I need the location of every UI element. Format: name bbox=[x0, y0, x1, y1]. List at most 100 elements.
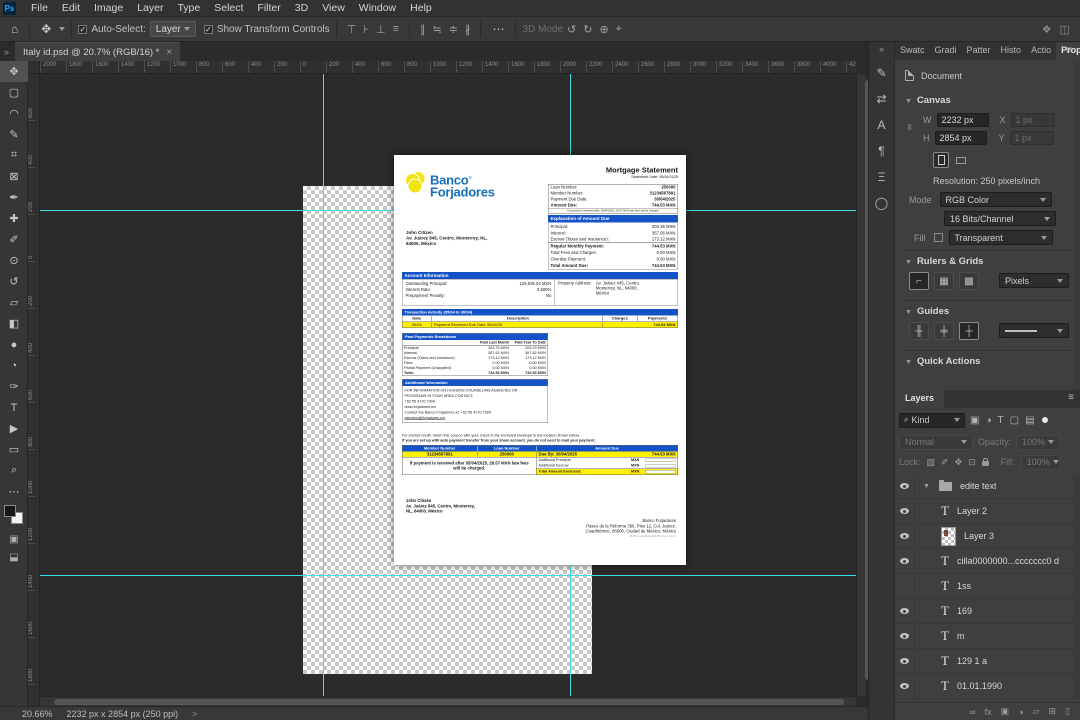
adjustment-layer-icon[interactable]: ◑ bbox=[1018, 707, 1023, 717]
menu-item[interactable]: Layer bbox=[130, 2, 170, 14]
character-styles-icon[interactable]: ⇄ bbox=[869, 86, 894, 112]
menu-item[interactable]: Edit bbox=[55, 2, 87, 14]
guide-vertical[interactable] bbox=[323, 74, 324, 696]
toolbar-collapse-icon[interactable]: » bbox=[0, 47, 15, 61]
lock-image-pixels-icon[interactable]: ✐ bbox=[941, 457, 949, 468]
ruler-corner[interactable] bbox=[28, 61, 40, 74]
screen-mode-button[interactable]: ⬓ bbox=[0, 548, 28, 566]
height-input[interactable]: 2854 px bbox=[934, 131, 987, 145]
glyphs-panel-icon[interactable]: Ξ bbox=[869, 164, 894, 190]
fill-dropdown[interactable]: Transparent bbox=[948, 230, 1053, 245]
horizontal-ruler[interactable]: 2000 1800 1600 1400 1200 1000 800 600 400 200 0 200… bbox=[40, 61, 856, 74]
lock-transparent-pixels-icon[interactable]: ▨ bbox=[927, 457, 936, 468]
link-layers-icon[interactable]: ∞ bbox=[969, 707, 975, 717]
layers-tab[interactable]: Layers bbox=[895, 390, 945, 408]
clear-guides-icon[interactable]: ┼ bbox=[959, 322, 979, 340]
mortgage-statement-document[interactable]: Banco® Forjadores Mortgage Statement Sta… bbox=[394, 155, 686, 565]
zoom-level[interactable]: 20.66% bbox=[22, 709, 53, 719]
menu-item[interactable]: Image bbox=[87, 2, 130, 14]
menu-item[interactable]: 3D bbox=[288, 2, 315, 14]
layer-name[interactable]: m bbox=[957, 631, 965, 641]
portrait-orientation-button[interactable] bbox=[933, 152, 949, 168]
panel-tab[interactable]: Actio bbox=[1026, 42, 1056, 60]
zoom-tool[interactable]: ⌕ bbox=[0, 460, 28, 481]
quick-mask-button[interactable]: ▣ bbox=[0, 530, 28, 548]
capture-icon[interactable]: ◫ bbox=[1060, 23, 1070, 36]
menu-item[interactable]: Help bbox=[403, 2, 439, 14]
add-guides-icon[interactable]: ╫ bbox=[909, 322, 929, 340]
layer-name[interactable]: edite text bbox=[960, 481, 997, 491]
tool-preset-caret-icon[interactable] bbox=[59, 27, 66, 31]
close-tab-icon[interactable]: × bbox=[166, 47, 172, 58]
healing-brush-tool[interactable]: ✚ bbox=[0, 208, 28, 229]
layer-name[interactable]: Layer 3 bbox=[964, 531, 994, 541]
grid-icon[interactable]: ▦ bbox=[934, 272, 954, 290]
brush-tool[interactable]: ✐ bbox=[0, 229, 28, 250]
layers-menu-icon[interactable]: ≡ bbox=[1062, 390, 1080, 408]
layer-group-icon[interactable]: ▱ bbox=[1033, 706, 1040, 717]
fill-checkbox[interactable] bbox=[933, 233, 943, 242]
group-expand-chevron[interactable]: ▼ bbox=[923, 483, 930, 490]
foreground-color-swatch[interactable] bbox=[4, 505, 16, 517]
align-left-edges-icon[interactable]: ⊤ bbox=[347, 23, 357, 36]
filter-smart-objects-icon[interactable]: ▤ bbox=[1025, 415, 1034, 426]
edit-toolbar-button[interactable]: ⋯ bbox=[0, 481, 28, 502]
move-tool-icon[interactable]: ✥ bbox=[36, 22, 56, 36]
eraser-tool[interactable]: ▱ bbox=[0, 292, 28, 313]
menu-item[interactable]: Window bbox=[352, 2, 403, 14]
visibility-toggle[interactable] bbox=[895, 474, 915, 499]
layer-row[interactable]: ▼ T Layer 2 bbox=[895, 498, 1080, 524]
eyedropper-tool[interactable]: ✒ bbox=[0, 187, 28, 208]
status-menu-arrow-icon[interactable]: > bbox=[192, 709, 197, 719]
more-options-icon[interactable]: ⋯ bbox=[487, 22, 509, 36]
rectangle-tool[interactable]: ▭ bbox=[0, 439, 28, 460]
layer-name[interactable]: Layer 2 bbox=[957, 506, 987, 516]
canvas-viewport[interactable]: Banco® Forjadores Mortgage Statement Sta… bbox=[40, 74, 856, 696]
filter-shape-layers-icon[interactable]: ▢ bbox=[1010, 415, 1019, 426]
ruler-units-dropdown[interactable]: Pixels bbox=[999, 273, 1069, 288]
3d-panel-icon[interactable]: ◯ bbox=[869, 190, 894, 216]
visibility-toggle[interactable] bbox=[895, 598, 915, 624]
dodge-tool[interactable]: ◔ bbox=[0, 355, 28, 376]
menu-item[interactable]: Select bbox=[207, 2, 250, 14]
panel-tab[interactable]: Histo bbox=[996, 42, 1027, 60]
pen-tool[interactable]: ✑ bbox=[0, 376, 28, 397]
layer-row[interactable]: ▼ T m bbox=[895, 623, 1080, 649]
home-icon[interactable]: ⌂ bbox=[6, 22, 23, 36]
lock-all-icon[interactable] bbox=[981, 458, 989, 466]
bit-depth-dropdown[interactable]: 16 Bits/Channel bbox=[944, 211, 1056, 226]
distribute-top-edges-icon[interactable]: ∥ bbox=[420, 23, 426, 36]
link-dimensions-icon[interactable]: ∞ bbox=[905, 124, 915, 130]
crop-tool[interactable]: ⌗ bbox=[0, 145, 28, 166]
menu-item[interactable]: View bbox=[315, 2, 352, 14]
visibility-toggle[interactable] bbox=[895, 648, 915, 674]
visibility-toggle[interactable] bbox=[895, 548, 915, 574]
layer-row[interactable]: ▼ T edite text bbox=[895, 474, 1080, 499]
paragraph-panel-icon[interactable]: ¶ bbox=[869, 138, 894, 164]
distribute-vertical-centers-icon[interactable]: ≒ bbox=[432, 23, 441, 36]
filter-adjustment-layers-icon[interactable]: ◑ bbox=[985, 415, 991, 426]
filter-toggle-icon[interactable] bbox=[1041, 417, 1048, 423]
auto-select-checkbox[interactable]: ✓ bbox=[78, 24, 88, 34]
history-brush-tool[interactable]: ↺ bbox=[0, 271, 28, 292]
vertical-ruler[interactable]: 600 400 200 0 200 400 600 800 1000 1200 1400 1600 18… bbox=[28, 74, 40, 706]
path-selection-tool[interactable]: ▶ bbox=[0, 418, 28, 439]
panel-tab[interactable]: Gradi bbox=[930, 42, 962, 60]
brush-settings-icon[interactable]: ✎ bbox=[869, 60, 894, 86]
color-mode-dropdown[interactable]: RGB Color bbox=[939, 192, 1052, 207]
blur-tool[interactable]: ● bbox=[0, 334, 28, 355]
layer-name[interactable]: 169 bbox=[957, 606, 972, 616]
filter-kind-dropdown[interactable]: ⌕ Kind bbox=[899, 412, 965, 428]
layer-name[interactable]: cilla0000000...ccccccc0 d bbox=[957, 556, 1059, 566]
document-tab[interactable]: Italy id.psd @ 20.7% (RGB/16) * × bbox=[15, 42, 181, 61]
marquee-tool[interactable]: ▢ bbox=[0, 82, 28, 103]
canvas-section-title[interactable]: ▼ Canvas bbox=[905, 95, 951, 106]
panel-tab[interactable]: Swatc bbox=[895, 42, 930, 60]
align-menu-icon[interactable]: ≡ bbox=[393, 23, 399, 36]
distribute-horizontal-icon[interactable]: ∦ bbox=[465, 23, 471, 36]
lock-position-icon[interactable]: ✥ bbox=[955, 457, 963, 468]
filter-type-layers-icon[interactable]: T bbox=[998, 415, 1004, 426]
scrollbar-thumb[interactable] bbox=[54, 699, 844, 705]
corner-ruler-icon[interactable]: ⌐ bbox=[909, 272, 929, 290]
character-panel-icon[interactable]: A bbox=[869, 112, 894, 138]
